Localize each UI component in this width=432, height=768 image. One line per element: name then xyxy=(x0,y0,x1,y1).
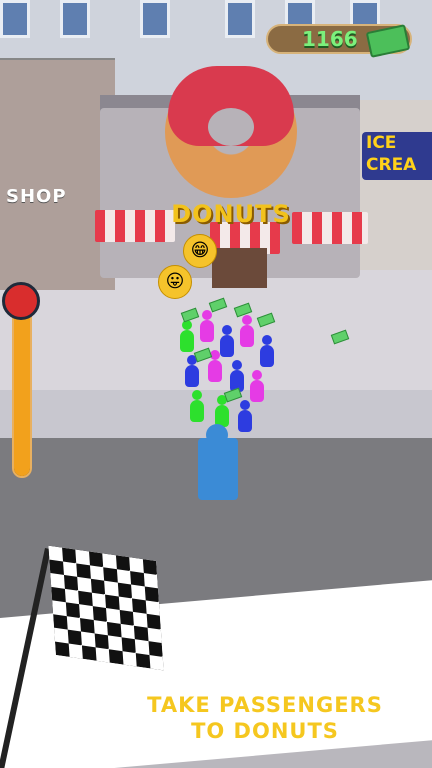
passenger xyxy=(190,390,204,422)
passenger xyxy=(240,315,254,347)
ice-cream-sign: ICE CREA xyxy=(362,132,432,180)
window xyxy=(225,0,255,38)
window xyxy=(140,0,170,38)
donut-shop-sign: DONUTS xyxy=(171,200,291,228)
cash-note xyxy=(223,387,243,403)
passenger xyxy=(250,370,264,402)
caption-line2: TO DONUTS xyxy=(191,719,339,743)
progress-marker xyxy=(2,282,40,320)
window xyxy=(0,0,30,38)
ice-cream-sign-line1: ICE xyxy=(366,133,397,153)
caption-line1: TAKE PASSENGERS xyxy=(147,693,383,717)
cash-note xyxy=(208,297,228,313)
passenger xyxy=(260,335,274,367)
cash-note xyxy=(180,307,200,323)
passenger xyxy=(238,400,252,432)
ice-cream-sign-line2: CREA xyxy=(366,155,417,175)
donut-hole xyxy=(208,108,254,146)
money-value: 1166 xyxy=(302,27,358,51)
passenger xyxy=(220,325,234,357)
passenger xyxy=(208,350,222,382)
cash-note xyxy=(256,312,276,328)
ice-cream-building xyxy=(352,100,432,270)
passenger xyxy=(180,320,194,352)
passenger xyxy=(185,355,199,387)
passenger-crowd xyxy=(170,290,280,440)
game-scene[interactable]: SHOP ICE CREA DONUTS 😁 😛 TAKE PASSENGERS… xyxy=(0,0,432,768)
progress-fill xyxy=(14,303,30,476)
window xyxy=(60,0,90,38)
grin-emoji-icon: 😁 xyxy=(183,234,217,268)
shop-sign: SHOP xyxy=(6,186,67,207)
instruction-caption: TAKE PASSENGERS TO DONUTS xyxy=(120,692,410,744)
finish-flag-icon xyxy=(48,545,164,671)
shop-building xyxy=(0,60,115,290)
passenger xyxy=(200,310,214,342)
passenger-cart[interactable] xyxy=(198,438,238,500)
cash-note xyxy=(193,347,213,363)
donut-shop-door xyxy=(212,248,267,288)
